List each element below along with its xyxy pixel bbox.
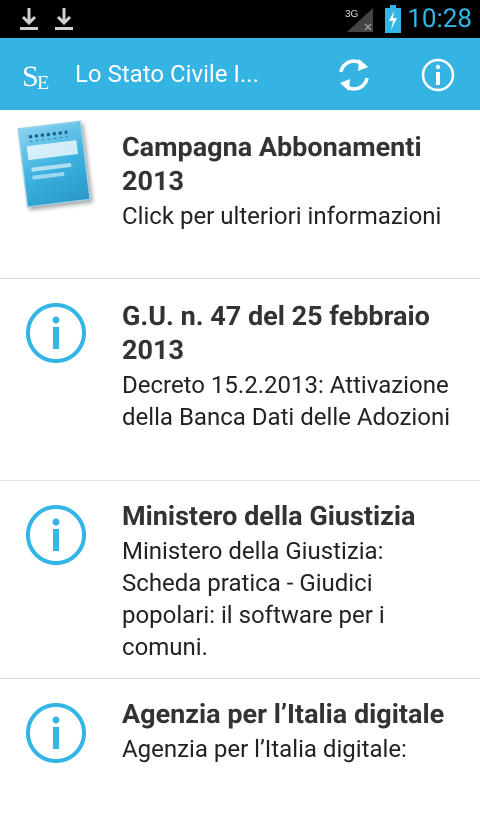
item-title: Agenzia per l’Italia digitale [122,698,445,730]
info-icon [26,703,86,763]
info-icon [26,505,86,565]
list-item[interactable]: G.U. n. 47 del 25 febbraio 2013 Decreto … [0,279,480,481]
info-icon [26,303,86,363]
list-item[interactable]: Campagna Abbonamenti 2013 Click per ulte… [0,110,480,279]
news-list: Campagna Abbonamenti 2013 Click per ulte… [0,110,480,839]
action-bar: S E Lo Stato Civile I... [0,38,480,110]
item-title: Ministero della Giustizia [122,500,416,532]
info-icon[interactable] [417,54,459,96]
item-title: Campagna Abbonamenti 2013 [122,131,422,197]
magazine-thumbnail [17,120,91,208]
list-item[interactable]: Agenzia per l’Italia digitale Agenzia pe… [0,679,480,839]
refresh-icon[interactable] [333,54,375,96]
clock: 10:28 [407,4,472,34]
item-description: Ministero della Giustizia: Scheda pratic… [122,537,385,661]
app-logo-icon: S E [22,60,49,93]
signal-icon: 3G [345,8,373,32]
network-type-label: 3G [345,9,359,20]
app-title: Lo Stato Civile I... [75,60,259,88]
list-item[interactable]: Ministero della Giustizia Ministero dell… [0,481,480,679]
svg-text:E: E [37,72,49,93]
item-description: Agenzia per l’Italia digitale: [122,735,407,763]
battery-charging-icon [385,5,401,33]
item-description: Decreto 15.2.2013: Attivazione della Ban… [122,371,451,431]
item-description: Click per ulteriori informazioni [122,202,442,230]
download-icon [20,8,38,30]
status-bar: 3G 10:28 [0,0,480,38]
download-icon [55,8,73,30]
item-title: G.U. n. 47 del 25 febbraio 2013 [122,300,430,366]
